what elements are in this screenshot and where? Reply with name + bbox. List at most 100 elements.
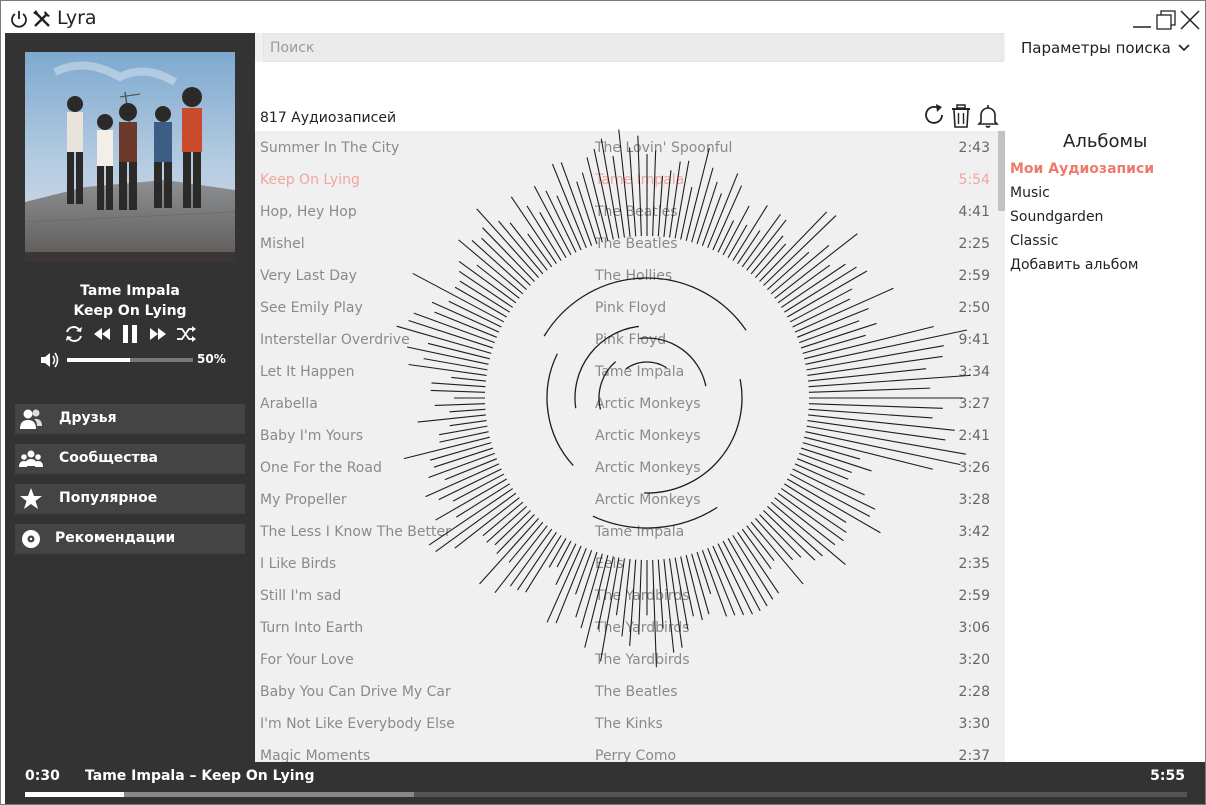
track-artist: Arctic Monkeys [595,460,701,476]
nav-recommendations[interactable]: Рекомендации [15,524,245,554]
tracklist-scrollbar[interactable] [998,131,1005,211]
track-title: Magic Moments [260,748,371,762]
track-title: My Propeller [260,492,347,508]
track-row[interactable]: For Your Love The Yardbirds 3:20 [255,645,995,677]
track-duration: 2:41 [958,428,990,444]
track-list: Summer In The City The Lovin' Spoonful 2:4… [255,133,995,762]
track-duration: 2:59 [958,588,990,604]
app-window: Lyra Tame Impala Keep On Lying 50% Друзь… [0,0,1206,805]
track-row[interactable]: Let It Happen Tame Impala 3:34 [255,357,995,389]
track-duration: 4:41 [958,204,990,220]
nav-friends[interactable]: Друзья [15,404,245,434]
track-row[interactable]: Magic Moments Perry Como 2:37 [255,741,995,762]
current-time: 0:30 [25,768,60,784]
track-title: For Your Love [260,652,354,668]
track-title: Very Last Day [260,268,357,284]
player-track-label: Tame Impala – Keep On Lying [85,768,315,784]
track-duration: 2:50 [958,300,990,316]
power-icon[interactable] [9,9,29,29]
nav-communities-label: Сообщества [59,450,158,466]
player-bar: 0:30 Tame Impala – Keep On Lying 5:55 [5,762,1205,804]
track-artist: Arctic Monkeys [595,492,701,508]
track-artist: The Beatles [595,236,678,252]
track-row[interactable]: Interstellar Overdrive Pink Floyd 9:41 [255,325,995,357]
track-artist: The Yardbirds [595,588,690,604]
track-duration: 3:27 [958,396,990,412]
settings-tools-icon[interactable] [32,9,52,29]
title-bar: Lyra [1,1,1205,33]
track-duration: 3:28 [958,492,990,508]
previous-icon[interactable] [91,323,113,345]
track-duration: 3:34 [958,364,990,380]
maximize-icon[interactable] [1155,9,1177,31]
track-artist: Pink Floyd [595,300,667,316]
search-input[interactable] [264,34,1002,61]
friends-icon [20,409,42,429]
star-icon [20,488,42,509]
close-icon[interactable] [1179,9,1201,31]
minimize-icon[interactable] [1131,9,1153,31]
repeat-icon[interactable] [63,323,85,345]
album-item[interactable]: Soundgarden [1010,209,1103,225]
album-item[interactable]: Добавить альбом [1010,257,1138,273]
track-artist: Arctic Monkeys [595,428,701,444]
track-row[interactable]: Hop, Hey Hop The Beatles 4:41 [255,197,995,229]
track-duration: 5:54 [958,172,990,188]
total-time: 5:55 [1150,768,1185,784]
nav-popular[interactable]: Популярное [15,484,245,514]
pause-icon[interactable] [119,323,141,345]
track-row[interactable]: I Like Birds Eels 2:35 [255,549,995,581]
refresh-icon[interactable] [922,103,946,129]
track-row[interactable]: Keep On Lying Tame Impala 5:54 [255,165,995,197]
volume-icon[interactable] [39,351,61,369]
track-title: Hop, Hey Hop [260,204,357,220]
next-icon[interactable] [147,323,169,345]
track-row[interactable]: The Less I Know The Better Tame Impala 3:4… [255,517,995,549]
volume-slider[interactable] [67,358,193,362]
seek-bar[interactable] [25,792,1187,797]
track-artist: The Hollies [595,268,673,284]
app-title: Lyra [57,7,97,29]
track-title: Mishel [260,236,305,252]
track-row[interactable]: One For the Road Arctic Monkeys 3:26 [255,453,995,485]
albums-title: Альбомы [1063,131,1148,152]
track-row[interactable]: Mishel The Beatles 2:25 [255,229,995,261]
track-row[interactable]: Very Last Day The Hollies 2:59 [255,261,995,293]
shuffle-icon[interactable] [175,323,197,345]
now-playing-artist: Tame Impala [80,283,180,299]
track-row[interactable]: Still I'm sad The Yardbirds 2:59 [255,581,995,613]
track-artist: The Kinks [595,716,663,732]
track-artist: Tame Impala [595,524,685,540]
track-row[interactable]: My Propeller Arctic Monkeys 3:28 [255,485,995,517]
track-title: One For the Road [260,460,382,476]
track-artist: Tame Impala [595,364,685,380]
track-duration: 2:43 [958,140,990,156]
track-row[interactable]: I'm Not Like Everybody Else The Kinks 3:30 [255,709,995,741]
search-params-dropdown[interactable]: Параметры поиска [1021,39,1190,57]
albums-panel: Параметры поиска Альбомы Мои Аудиозаписи… [1005,33,1205,762]
track-artist: Arctic Monkeys [595,396,701,412]
album-item[interactable]: Classic [1010,233,1058,249]
track-duration: 3:06 [958,620,990,636]
track-row[interactable]: Baby I'm Yours Arctic Monkeys 2:41 [255,421,995,453]
track-row[interactable]: Summer In The City The Lovin' Spoonful 2:4… [255,133,995,165]
track-row[interactable]: Baby You Can Drive My Car The Beatles 2:28 [255,677,995,709]
track-row[interactable]: See Emily Play Pink Floyd 2:50 [255,293,995,325]
trash-icon[interactable] [949,103,973,129]
bell-icon[interactable] [976,103,1000,129]
track-duration: 2:28 [958,684,990,700]
track-row[interactable]: Arabella Arctic Monkeys 3:27 [255,389,995,421]
disc-icon [22,530,40,548]
nav-communities[interactable]: Сообщества [15,444,245,474]
groups-icon [19,450,43,467]
track-duration: 3:26 [958,460,990,476]
now-playing-title: Keep On Lying [73,303,187,319]
track-artist: Perry Como [595,748,677,762]
volume-percent: 50% [197,352,226,366]
album-cover [25,52,235,262]
track-title: Summer In The City [260,140,400,156]
track-artist: The Yardbirds [595,652,690,668]
album-item[interactable]: Мои Аудиозаписи [1010,161,1154,177]
album-item[interactable]: Music [1010,185,1050,201]
track-row[interactable]: Turn Into Earth The Yardbirds 3:06 [255,613,995,645]
